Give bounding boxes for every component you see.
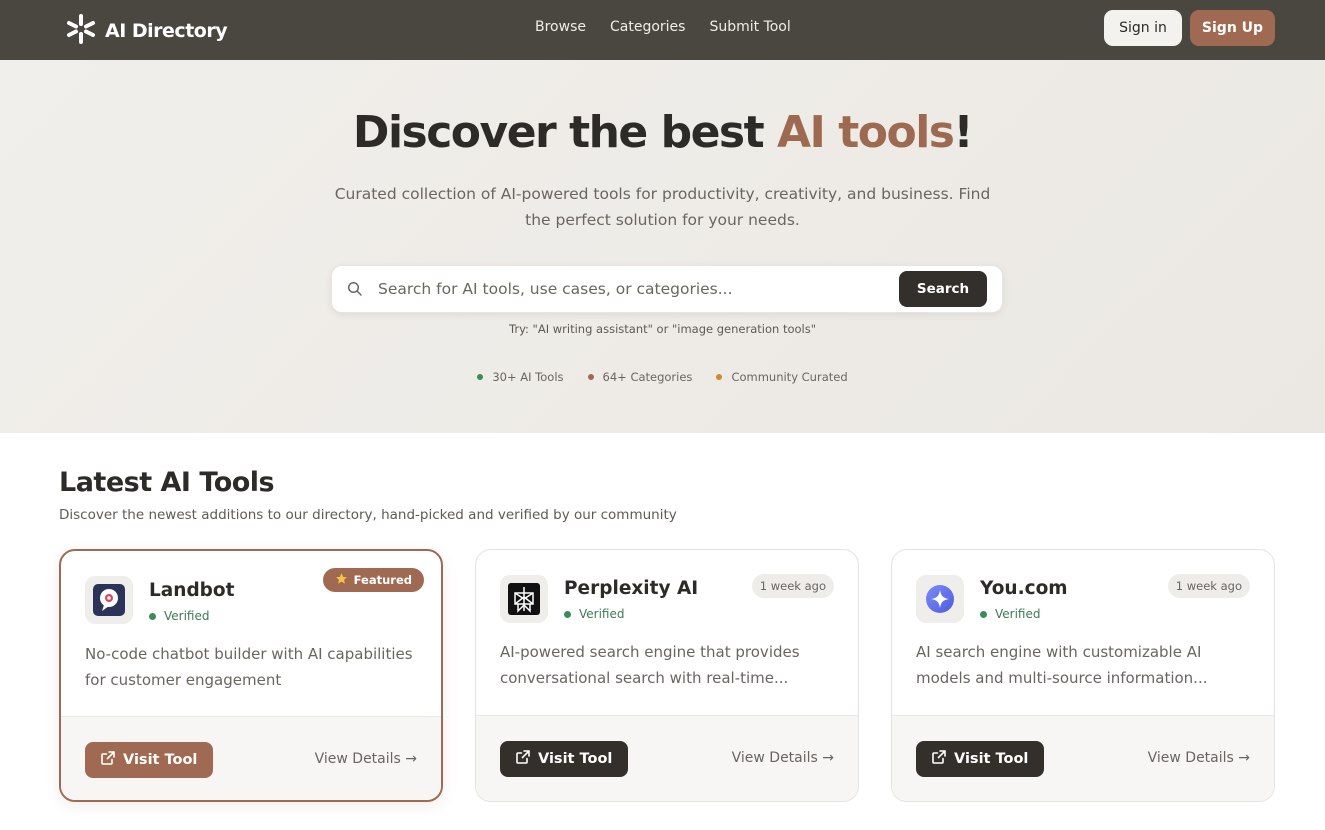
time-badge: 1 week ago: [751, 574, 834, 598]
nav-link-browse[interactable]: Browse: [535, 19, 586, 35]
card-footer: Visit Tool View Details →: [61, 716, 441, 800]
hero-title-text: Discover the best: [352, 107, 777, 158]
visit-tool-label: Visit Tool: [954, 751, 1029, 767]
star-icon: [335, 572, 348, 588]
stat-label: 64+ Categories: [602, 370, 693, 384]
sparkle-logo-icon: [66, 14, 96, 48]
verified-dot-icon: [564, 610, 571, 618]
stat-community: Community Curated: [716, 370, 848, 384]
verified-label: Verified: [579, 607, 625, 621]
hero-title-end: !: [953, 107, 973, 158]
verified-status: Verified: [980, 607, 1041, 621]
featured-badge: Featured: [322, 568, 424, 592]
verified-status: Verified: [564, 607, 625, 621]
tool-card-perplexity[interactable]: Perplexity AI Verified 1 week ago AI-pow…: [475, 549, 859, 802]
visit-tool-label: Visit Tool: [123, 752, 198, 768]
stat-ai-tools: 30+ AI Tools: [477, 370, 564, 384]
badge-label: Featured: [353, 573, 412, 587]
hero-title: Discover the best AI tools!: [0, 107, 1325, 158]
stat-categories: 64+ Categories: [587, 370, 693, 384]
view-details-link[interactable]: View Details →: [732, 750, 834, 766]
nav-links: Browse Categories Submit Tool: [535, 19, 791, 35]
tool-name[interactable]: Perplexity AI: [564, 578, 698, 599]
search-input[interactable]: [378, 276, 878, 302]
stat-label: 30+ AI Tools: [492, 370, 564, 384]
tool-name[interactable]: You.com: [980, 578, 1068, 599]
verified-dot-icon: [980, 610, 987, 618]
visit-tool-button[interactable]: Visit Tool: [85, 742, 214, 778]
hero-stats: 30+ AI Tools 64+ Categories Community Cu…: [0, 370, 1325, 384]
section-title: Latest AI Tools: [59, 467, 275, 498]
external-link-icon: [101, 751, 115, 769]
search-bar: Search: [331, 265, 1003, 313]
hero-title-accent: AI tools: [776, 107, 955, 158]
card-footer: Visit Tool View Details →: [476, 715, 858, 801]
verified-label: Verified: [995, 607, 1041, 621]
sign-in-button[interactable]: Sign in: [1104, 10, 1182, 46]
visit-tool-button[interactable]: Visit Tool: [500, 741, 629, 777]
tool-card-you-com[interactable]: You.com Verified 1 week ago AI search en…: [891, 549, 1275, 802]
tool-card-landbot[interactable]: Landbot Verified Featured No-code chatbo…: [59, 549, 443, 802]
verified-label: Verified: [164, 609, 210, 623]
tool-description: AI-powered search engine that provides c…: [500, 643, 800, 687]
you-com-logo-icon: [916, 575, 964, 623]
view-details-link[interactable]: View Details →: [1148, 750, 1250, 766]
logo[interactable]: AI Directory: [66, 14, 228, 48]
visit-tool-button[interactable]: Visit Tool: [916, 741, 1045, 777]
verified-status: Verified: [149, 609, 210, 623]
green-dot-icon: [477, 374, 484, 380]
hero-section: Discover the best AI tools! Curated coll…: [0, 60, 1325, 433]
stat-label: Community Curated: [731, 370, 848, 384]
orange-dot-icon: [716, 374, 723, 380]
logo-text: AI Directory: [105, 20, 228, 42]
external-link-icon: [932, 750, 946, 768]
external-link-icon: [516, 750, 530, 768]
nav-link-categories[interactable]: Categories: [610, 19, 685, 35]
tool-description: AI search engine with customizable AI mo…: [916, 643, 1208, 687]
verified-dot-icon: [149, 612, 156, 620]
time-badge: 1 week ago: [1167, 574, 1250, 598]
search-hint: Try: "AI writing assistant" or "image ge…: [509, 322, 816, 336]
search-icon: [347, 281, 363, 297]
top-navbar: AI Directory Browse Categories Submit To…: [0, 0, 1325, 60]
visit-tool-label: Visit Tool: [538, 751, 613, 767]
perplexity-logo-icon: [500, 575, 548, 623]
landbot-logo-icon: [85, 576, 133, 624]
nav-link-submit-tool[interactable]: Submit Tool: [709, 19, 790, 35]
brown-dot-icon: [587, 374, 594, 380]
search-button[interactable]: Search: [899, 271, 987, 307]
hero-subtitle: Curated collection of AI-powered tools f…: [334, 185, 991, 229]
tool-name[interactable]: Landbot: [149, 580, 234, 601]
sign-up-button[interactable]: Sign Up: [1190, 10, 1275, 46]
section-subtitle: Discover the newest additions to our dir…: [59, 507, 677, 523]
view-details-link[interactable]: View Details →: [315, 751, 417, 767]
tool-description: No-code chatbot builder with AI capabili…: [85, 645, 413, 689]
card-footer: Visit Tool View Details →: [892, 715, 1274, 801]
